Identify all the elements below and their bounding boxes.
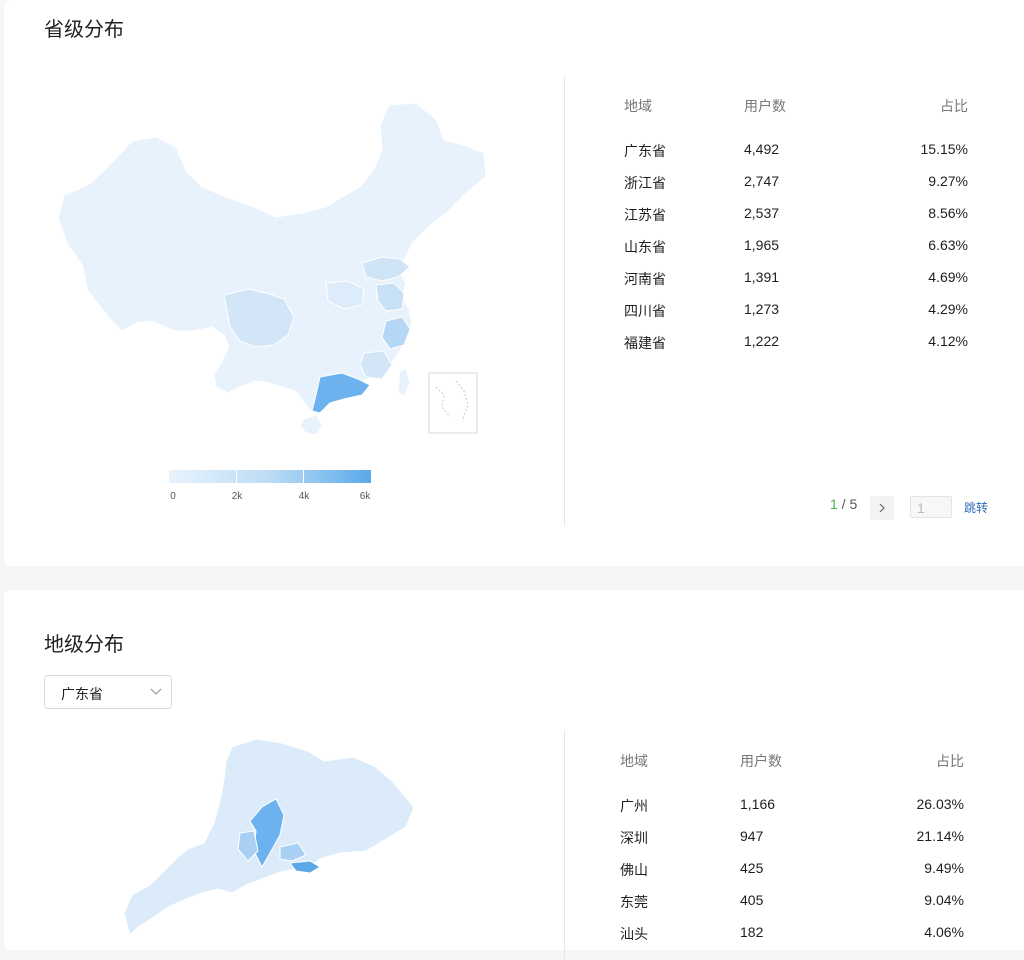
table-header: 地域 用户数 占比 [624, 96, 968, 116]
pager-current: 1 [830, 496, 838, 512]
cell-pct: 4.29% [928, 301, 968, 317]
legend-gradient-bar [169, 470, 371, 483]
chevron-down-icon [150, 688, 162, 695]
table-row: 广州 1,166 26.03% [620, 796, 964, 816]
cell-region: 广州 [620, 798, 648, 814]
chevron-right-icon [879, 503, 885, 513]
cell-pct: 4.69% [928, 269, 968, 285]
legend-tick: 4k [298, 491, 310, 502]
cell-pct: 21.14% [916, 828, 964, 844]
next-page-button[interactable] [870, 496, 894, 520]
cell-pct: 4.12% [928, 333, 968, 349]
table-row: 四川省 1,273 4.29% [624, 301, 968, 321]
legend-tick: 6k [359, 491, 371, 502]
cell-users: 182 [740, 924, 764, 940]
cell-region: 汕头 [620, 926, 648, 942]
cell-region: 福建省 [624, 335, 666, 351]
guangdong-map [123, 738, 415, 935]
table-row: 福建省 1,222 4.12% [624, 333, 968, 353]
map-region-taiwan [397, 368, 411, 398]
cell-pct: 9.04% [924, 892, 964, 908]
cell-region: 东莞 [620, 894, 648, 910]
map-region-zhejiang [381, 316, 411, 350]
page-jump-input[interactable]: 1 [910, 496, 952, 518]
cell-users: 4,492 [744, 141, 780, 157]
cell-users: 947 [740, 828, 764, 844]
cell-region: 深圳 [620, 830, 648, 846]
map-legend: 0 2k 4k 6k [169, 470, 371, 507]
cell-region: 佛山 [620, 862, 648, 878]
cell-users: 425 [740, 860, 764, 876]
table-row: 广东省 4,492 15.15% [624, 141, 968, 161]
province-select-value: 广东省 [61, 686, 103, 702]
header-pct: 占比 [940, 98, 968, 114]
cell-pct: 8.56% [928, 205, 968, 221]
cell-pct: 4.06% [924, 924, 964, 940]
cell-users: 1,273 [744, 301, 780, 317]
legend-ticks: 0 2k 4k 6k [169, 491, 371, 507]
south-sea-inset [428, 372, 478, 434]
china-map [57, 102, 487, 436]
cell-region: 山东省 [624, 239, 666, 255]
table-row: 佛山 425 9.49% [620, 860, 964, 880]
pager-separator: / [837, 496, 850, 512]
province-card: 省级分布 0 2k 4k 6k 地域 用户数 占比 广东省 4,492 15.1… [4, 0, 1024, 566]
table-row: 深圳 947 21.14% [620, 828, 964, 848]
cell-pct: 9.27% [928, 173, 968, 189]
legend-separator [236, 470, 237, 483]
cell-pct: 6.63% [928, 237, 968, 253]
cell-users: 1,391 [744, 269, 780, 285]
province-title: 省级分布 [44, 19, 124, 41]
header-region: 地域 [620, 753, 648, 769]
table-row: 汕头 182 4.06% [620, 924, 964, 944]
cell-users: 1,166 [740, 796, 776, 812]
map-region-main [57, 102, 487, 414]
map-region-hainan [299, 414, 323, 436]
cell-pct: 26.03% [916, 796, 964, 812]
cell-users: 1,222 [744, 333, 780, 349]
cell-region: 江苏省 [624, 207, 666, 223]
header-region: 地域 [624, 98, 652, 114]
table-row: 浙江省 2,747 9.27% [624, 173, 968, 193]
legend-separator [303, 470, 304, 483]
cell-region: 河南省 [624, 271, 666, 287]
legend-tick: 2k [231, 491, 243, 502]
city-title: 地级分布 [44, 634, 124, 656]
cell-region: 浙江省 [624, 175, 666, 191]
header-users: 用户数 [744, 98, 786, 114]
legend-tick: 0 [170, 491, 176, 502]
table-row: 东莞 405 9.04% [620, 892, 964, 912]
cell-users: 2,537 [744, 205, 780, 221]
cell-users: 2,747 [744, 173, 780, 189]
pager-indicator: 1 / 5 [830, 496, 857, 512]
cell-pct: 15.15% [920, 141, 968, 157]
page-jump-link[interactable]: 跳转 [964, 499, 988, 516]
province-select[interactable]: 广东省 [44, 675, 172, 709]
table-row: 河南省 1,391 4.69% [624, 269, 968, 289]
table-row: 江苏省 2,537 8.56% [624, 205, 968, 225]
section-divider [564, 76, 565, 526]
cell-pct: 9.49% [924, 860, 964, 876]
cell-region: 四川省 [624, 303, 666, 319]
pager-total: 5 [849, 496, 858, 512]
section-divider [564, 730, 565, 960]
header-users: 用户数 [740, 753, 782, 769]
cell-users: 405 [740, 892, 764, 908]
header-pct: 占比 [936, 753, 964, 769]
cell-region: 广东省 [624, 143, 666, 159]
table-row: 山东省 1,965 6.63% [624, 237, 968, 257]
table-header: 地域 用户数 占比 [620, 751, 964, 771]
cell-users: 1,965 [744, 237, 780, 253]
